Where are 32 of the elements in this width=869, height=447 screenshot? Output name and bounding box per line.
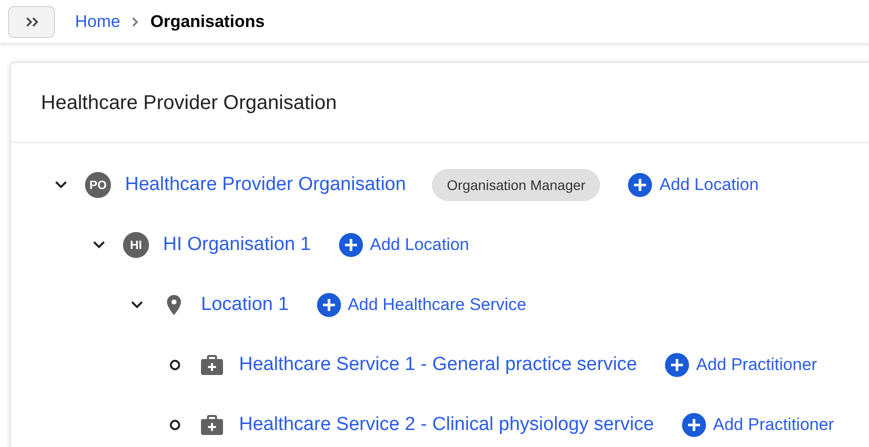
chevron-down-icon[interactable] [54,180,68,190]
chevron-right-icon [130,16,140,28]
plus-circle-icon [316,293,341,317]
add-button[interactable]: Add Location [628,172,759,198]
breadcrumb-current: Organisations [150,10,265,33]
bullet-icon [169,359,181,371]
plus-circle-icon [338,233,363,257]
bullet-icon [169,419,181,431]
double-chevron-icon [24,16,40,28]
initials-avatar: PO [85,172,111,198]
card-title: Healthcare Provider Organisation [41,90,337,116]
initials-avatar: HI [123,232,149,258]
plus-circle-icon [665,353,690,377]
medical-bag-icon [201,415,223,435]
tree-item-link[interactable]: Healthcare Service 1 - General practice service [239,350,638,380]
medical-bag-icon [201,355,223,375]
add-button[interactable]: Add Practitioner [665,352,818,378]
sidebar-toggle-button[interactable] [8,6,55,38]
tree-item-link[interactable]: Healthcare Provider Organisation [125,170,406,200]
add-button[interactable]: Add Practitioner [682,412,834,438]
tree-item-link[interactable]: Healthcare Service 2 - Clinical physiology service [239,410,654,440]
chevron-down-icon[interactable] [92,240,106,250]
map-pin-icon [167,295,181,315]
tree-item-link[interactable]: Location 1 [201,290,289,320]
plus-circle-icon [628,173,652,197]
add-button[interactable]: Add Location [338,232,470,258]
plus-circle-icon [682,413,706,437]
breadcrumb-link[interactable]: Home [75,8,120,34]
tree-item-link[interactable]: HI Organisation 1 [163,230,311,260]
add-button[interactable]: Add Healthcare Service [316,292,526,318]
chevron-down-icon[interactable] [130,300,144,310]
role-badge: Organisation Manager [432,169,600,201]
